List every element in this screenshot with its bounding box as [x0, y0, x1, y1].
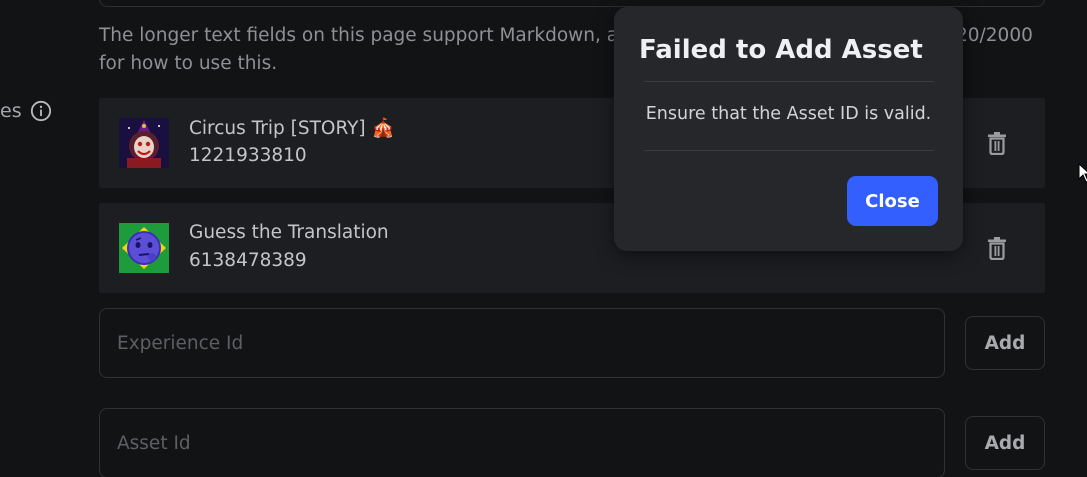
- asset-thumbnail: [119, 118, 169, 168]
- dialog-title: Failed to Add Asset: [639, 35, 923, 65]
- mouse-cursor-icon: [1078, 163, 1087, 183]
- dialog-message: Ensure that the Asset ID is valid.: [645, 104, 932, 124]
- experience-id-input[interactable]: [99, 308, 945, 378]
- info-icon[interactable]: [30, 100, 52, 122]
- trash-icon: [988, 237, 1006, 260]
- add-asset-button[interactable]: Add: [965, 416, 1045, 470]
- description-field-edge[interactable]: [99, 0, 1045, 7]
- asset-name: Circus Trip [STORY] 🎪: [189, 118, 395, 139]
- asset-thumbnail: [119, 223, 169, 273]
- character-count: 20/2000: [956, 25, 1033, 46]
- section-label-text: es: [0, 100, 22, 122]
- dialog-divider: [644, 81, 934, 82]
- delete-asset-button[interactable]: [987, 236, 1007, 260]
- close-button[interactable]: Close: [847, 176, 938, 226]
- page: The longer text fields on this page supp…: [0, 0, 1087, 477]
- asset-name: Guess the Translation: [189, 222, 389, 243]
- add-experience-button[interactable]: Add: [965, 316, 1045, 370]
- asset-id-input[interactable]: [99, 408, 945, 477]
- asset-id: 1221933810: [189, 145, 307, 166]
- trash-icon: [988, 132, 1006, 155]
- error-dialog: Failed to Add Asset Ensure that the Asse…: [614, 7, 963, 251]
- delete-asset-button[interactable]: [987, 131, 1007, 155]
- circus-tent-icon: 🎪: [371, 118, 395, 139]
- section-label: es: [0, 100, 52, 122]
- asset-id: 6138478389: [189, 250, 307, 271]
- dialog-divider: [644, 150, 934, 151]
